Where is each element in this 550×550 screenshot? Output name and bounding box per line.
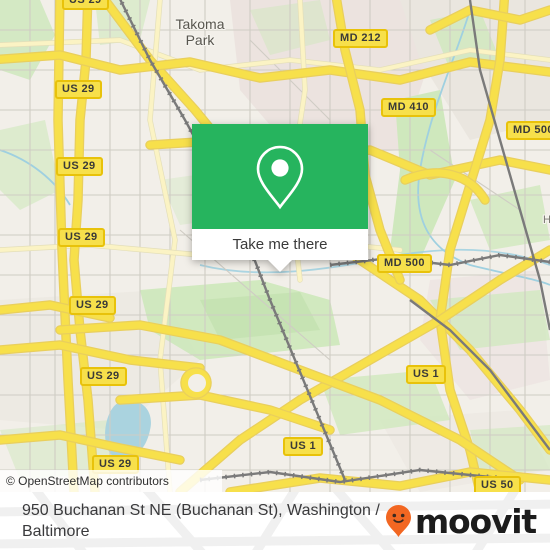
take-me-there-button[interactable]: Take me there xyxy=(192,229,368,260)
shield-us-29-top: US 29 xyxy=(62,0,109,10)
footer-bar: 950 Buchanan St NE (Buchanan St), Washin… xyxy=(0,492,550,550)
shield-md-212: MD 212 xyxy=(333,29,388,48)
shield-us-29-4: US 29 xyxy=(69,296,116,315)
popup-pointer-tail xyxy=(268,260,292,272)
location-title: 950 Buchanan St NE (Buchanan St), Washin… xyxy=(22,502,380,540)
moovit-wordmark: moovit xyxy=(414,501,537,541)
shield-us-29-3: US 29 xyxy=(58,228,105,247)
moovit-logo[interactable]: moovit xyxy=(385,501,537,541)
shield-us-1-2: US 1 xyxy=(283,437,324,456)
osm-attribution-text: © OpenStreetMap contributors xyxy=(6,474,169,488)
place-label-partial-right: H xyxy=(543,214,550,226)
popup-header xyxy=(192,124,368,229)
shield-us-29-5: US 29 xyxy=(80,367,127,386)
moovit-pin-smiley-icon xyxy=(385,505,411,537)
shield-us-1-1: US 1 xyxy=(406,365,447,384)
shield-md-500: MD 500 xyxy=(377,254,432,273)
shield-us-29-1: US 29 xyxy=(55,80,102,99)
shield-md-500-right: MD 500 xyxy=(506,121,550,140)
map-pin-icon xyxy=(256,145,304,209)
shield-md-410: MD 410 xyxy=(381,98,436,117)
take-me-there-label: Take me there xyxy=(232,236,328,253)
map-screenshot: .rd { fill:none; stroke:#f7e04b; stroke-… xyxy=(0,0,550,550)
map-canvas[interactable]: .rd { fill:none; stroke:#f7e04b; stroke-… xyxy=(0,0,550,492)
place-label-takoma-park: Takoma Park xyxy=(175,16,225,48)
osm-attribution[interactable]: © OpenStreetMap contributors xyxy=(0,470,222,492)
location-popup-card[interactable]: Take me there xyxy=(192,124,368,272)
shield-us-50: US 50 xyxy=(474,476,521,492)
shield-us-29-2: US 29 xyxy=(56,157,103,176)
